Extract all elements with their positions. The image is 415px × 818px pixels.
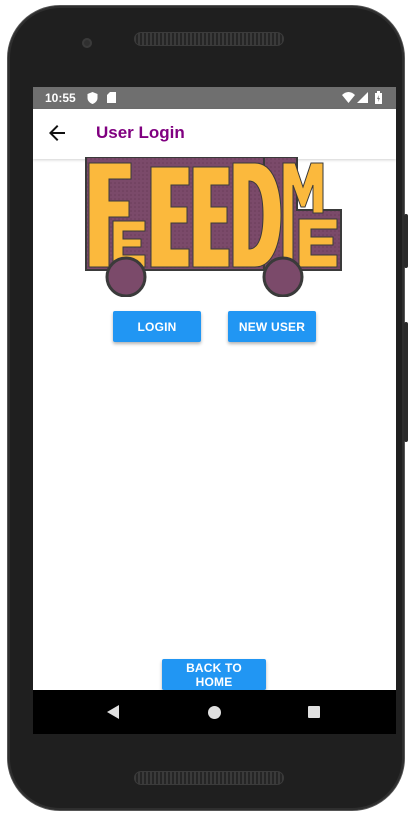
status-bar: 10:55: [33, 87, 396, 109]
new-user-button[interactable]: NEW USER: [228, 311, 316, 342]
app-bar: User Login: [33, 109, 396, 159]
status-time: 10:55: [45, 91, 76, 105]
bottom-speaker: [134, 771, 284, 785]
recents-square-icon[interactable]: [308, 706, 320, 718]
top-speaker: [134, 32, 284, 46]
shield-icon: [87, 92, 98, 104]
login-button[interactable]: LOGIN: [113, 311, 201, 342]
wifi-icon: [342, 92, 355, 103]
arrow-back-icon[interactable]: [45, 121, 69, 145]
page-title: User Login: [96, 123, 185, 142]
volume-button: [404, 322, 408, 442]
signal-icon: [357, 92, 368, 103]
power-button: [404, 214, 408, 268]
screen: 10:55 User Login LOGIN NEW USER BACK TO …: [33, 87, 396, 734]
navigation-bar: [33, 690, 396, 734]
home-circle-icon[interactable]: [208, 706, 221, 719]
feedme-truck-logo: [85, 157, 342, 297]
sim-card-icon: [107, 92, 116, 103]
battery-icon: [375, 91, 382, 104]
back-triangle-icon[interactable]: [107, 705, 119, 719]
back-to-home-button[interactable]: BACK TO HOME: [162, 659, 266, 690]
front-camera: [82, 38, 92, 48]
phone-frame: 10:55 User Login LOGIN NEW USER BACK TO …: [8, 6, 404, 810]
